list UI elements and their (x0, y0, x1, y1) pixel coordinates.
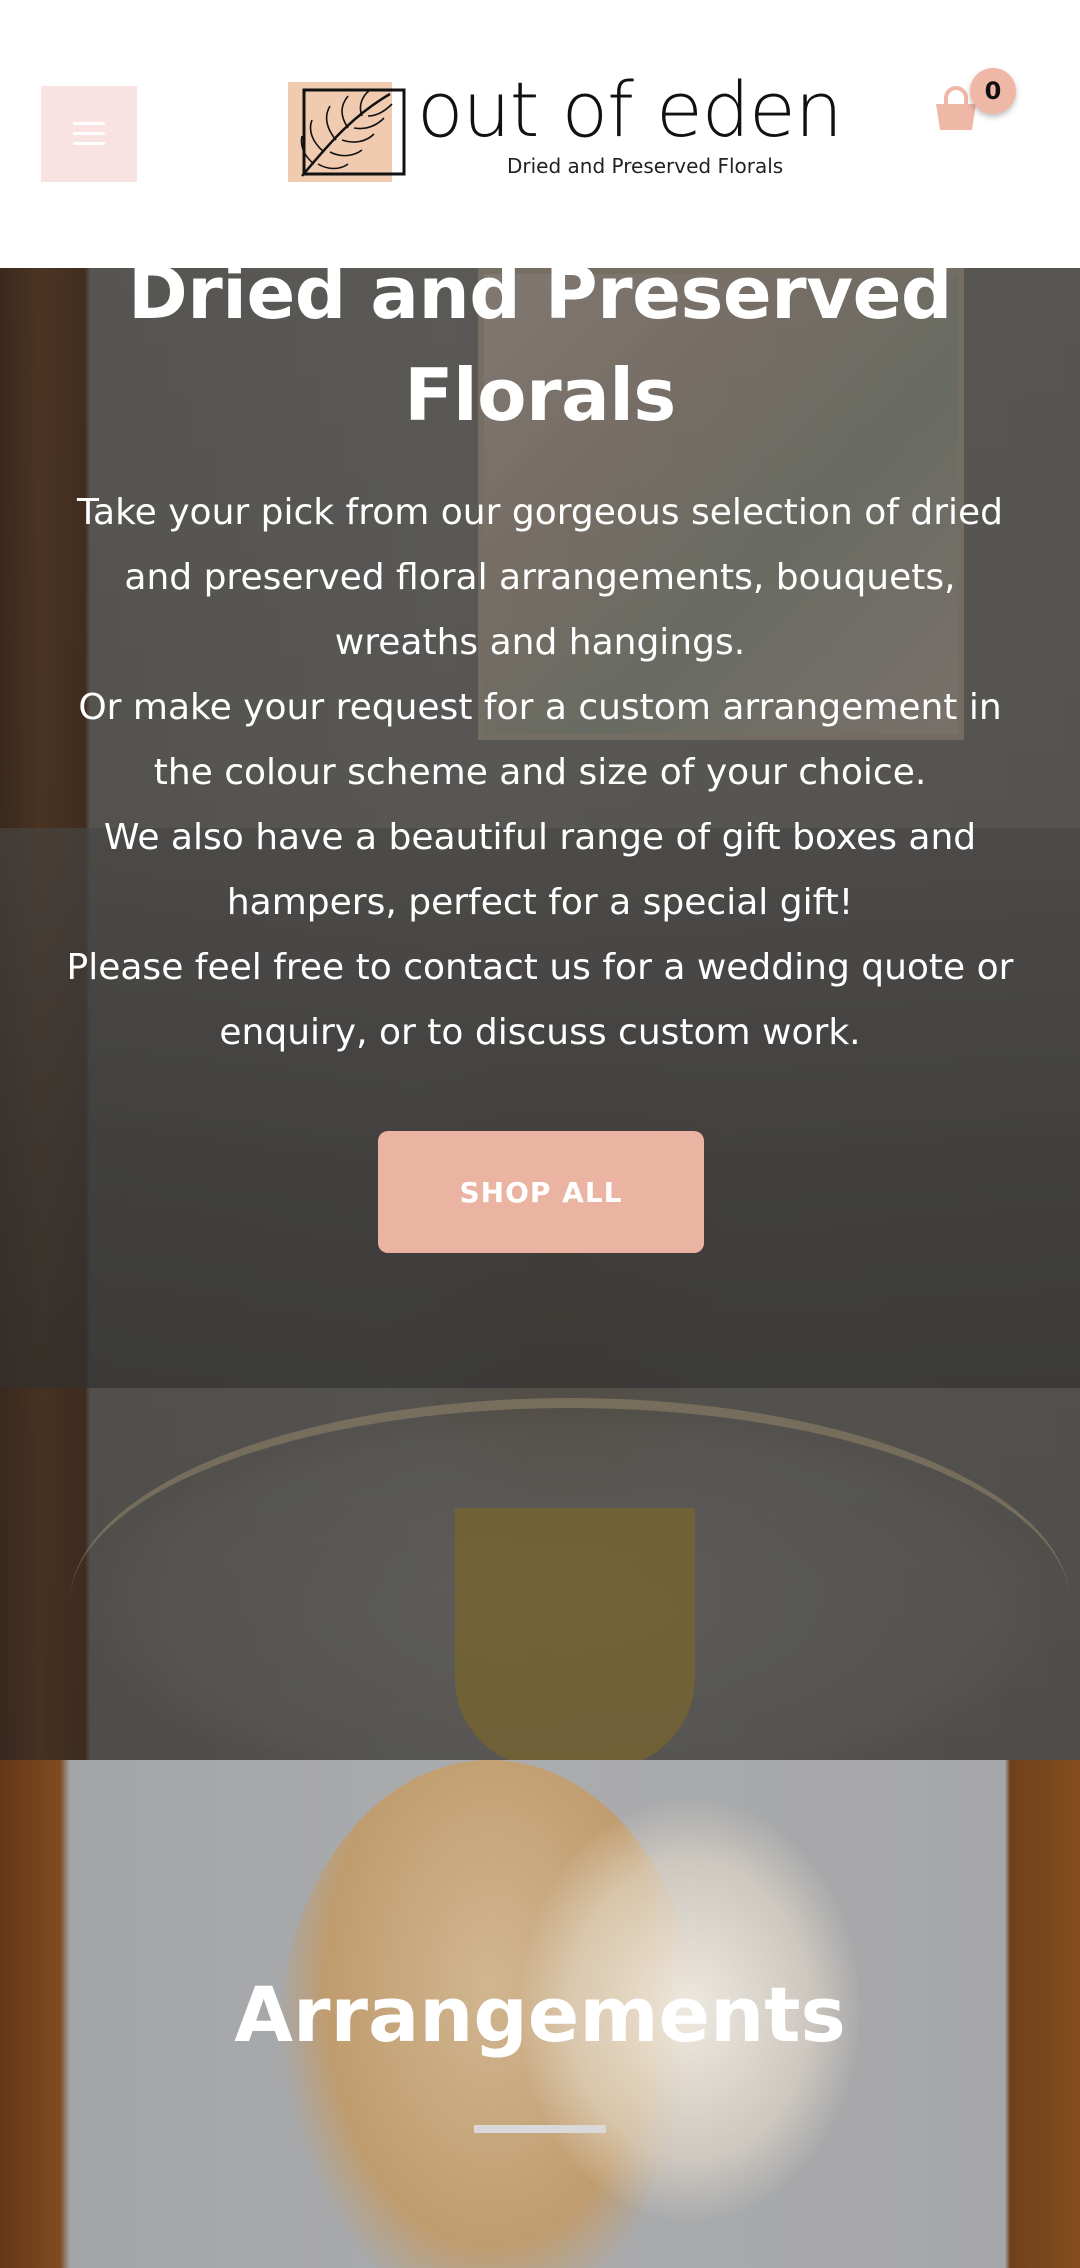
cart-count-badge: 0 (970, 68, 1016, 114)
hamburger-menu-icon (73, 122, 105, 146)
hero-paragraph: Please feel free to contact us for a wed… (66, 947, 1014, 1053)
palm-leaf-logo-icon (288, 82, 406, 182)
hero-paragraph: Or make your request for a custom arrang… (78, 687, 1002, 793)
logo-tagline: Dried and Preserved Florals (507, 154, 784, 178)
shop-all-button[interactable]: SHOP ALL (378, 1131, 704, 1253)
cart-button[interactable]: 0 (930, 68, 1020, 138)
hero-title: Dried and Preserved Florals (128, 251, 952, 437)
site-logo[interactable]: out of eden Dried and Preserved Florals (282, 70, 843, 190)
menu-button[interactable] (41, 86, 137, 182)
section-divider (474, 2125, 606, 2133)
hero-description: Take your pick from our gorgeous selecti… (60, 480, 1020, 1065)
logo-name: out of eden (417, 65, 843, 154)
section-title: Arrangements (234, 1970, 846, 2059)
hero-paragraph: Take your pick from our gorgeous selecti… (76, 492, 1003, 663)
site-header: out of eden Dried and Preserved Florals … (0, 0, 1080, 268)
hero-paragraph: We also have a beautiful range of gift b… (103, 817, 977, 923)
